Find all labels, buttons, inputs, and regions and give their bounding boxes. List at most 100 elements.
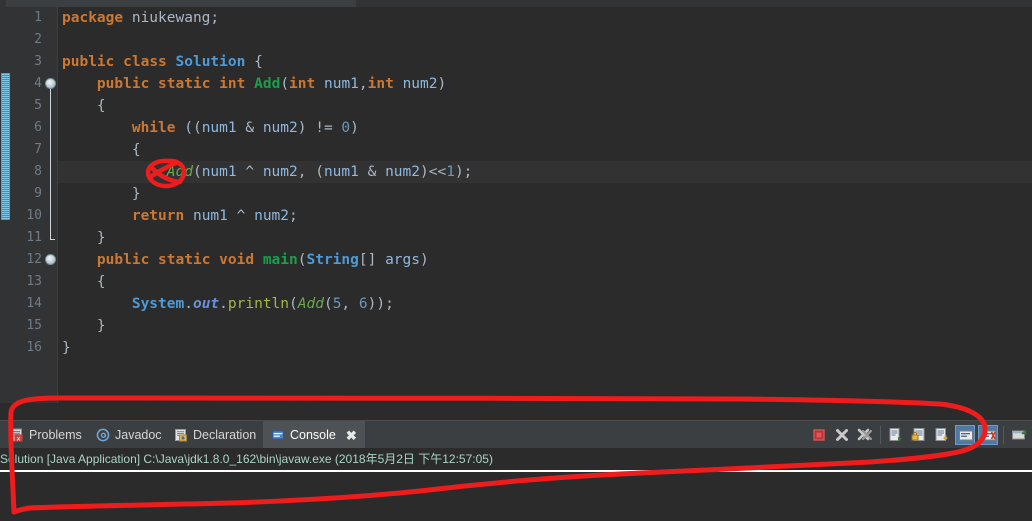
eclipse-ide-window: 1 2 3 4 5 6 7 8 9 10 11 12 13 14 15 16 package niukewan… <box>0 0 1032 521</box>
line-number: 10 <box>26 208 42 223</box>
code-token: { <box>62 274 106 290</box>
code-token: int <box>219 76 246 92</box>
code-token: (( <box>175 120 202 136</box>
code-token: ( <box>192 164 202 180</box>
code-token: Solution <box>175 54 246 70</box>
code-token: num2 <box>402 76 438 92</box>
pin-console-button[interactable] <box>909 425 929 445</box>
line-number: 12 <box>26 252 42 267</box>
svg-text:x: x <box>17 434 21 442</box>
line-number: 4 <box>34 76 42 91</box>
code-line[interactable] <box>58 29 1032 51</box>
line-number: 9 <box>34 186 42 201</box>
terminate-button[interactable] <box>809 425 829 445</box>
code-token: ^ <box>236 164 263 180</box>
code-token: { <box>62 98 106 114</box>
fold-collapse-icon[interactable] <box>45 254 56 265</box>
code-token: num1 <box>201 120 237 136</box>
toolbar-separator <box>880 426 881 444</box>
code-token: Add <box>254 76 281 92</box>
console-separator-line <box>0 470 1032 472</box>
code-text-area[interactable]: package niukewang; public class Solution… <box>58 7 1032 403</box>
scroll-lock-button[interactable] <box>955 425 975 445</box>
view-menu-button[interactable] <box>1009 425 1029 445</box>
code-line[interactable]: public class Solution { <box>58 51 1032 73</box>
code-line[interactable]: { <box>58 95 1032 117</box>
code-line[interactable]: } <box>58 315 1032 337</box>
code-token: num1 <box>192 208 228 224</box>
code-token: public <box>96 252 150 268</box>
tab-javadoc[interactable]: Javadoc <box>88 421 170 449</box>
remove-all-terminated-button[interactable] <box>855 425 875 445</box>
folding-ruler[interactable] <box>45 7 58 403</box>
line-number: 13 <box>26 274 42 289</box>
close-icon[interactable]: ✖ <box>346 429 357 442</box>
line-number: 15 <box>26 318 42 333</box>
console-view-toolbar <box>809 421 1032 449</box>
code-token: niukewang; <box>123 10 220 26</box>
code-line[interactable]: package niukewang; <box>58 7 1032 29</box>
code-token: & <box>358 164 386 180</box>
code-token: } <box>62 318 106 334</box>
code-line[interactable]: } <box>58 337 1032 359</box>
code-token: 1 <box>446 164 455 180</box>
console-icon <box>271 428 285 442</box>
toolbar-separator <box>1003 426 1004 444</box>
code-line[interactable]: while ((num1 & num2) != 0) <box>58 117 1032 139</box>
code-token: String <box>306 252 359 268</box>
code-token: ) <box>437 76 447 92</box>
tab-label: Declaration <box>193 428 257 442</box>
line-number: 11 <box>26 230 42 245</box>
javadoc-icon <box>96 428 110 442</box>
code-line[interactable]: return num1 ^ num2; <box>58 205 1032 227</box>
line-number: 16 <box>26 340 42 355</box>
problems-icon: x <box>10 428 24 442</box>
code-line[interactable]: { <box>58 271 1032 293</box>
code-line[interactable]: public static void main(String[] args) <box>58 249 1032 271</box>
code-token: out <box>192 296 220 312</box>
code-token: { <box>62 142 141 158</box>
code-token: [] <box>358 252 386 268</box>
code-line[interactable]: } <box>58 227 1032 249</box>
line-number: 2 <box>34 32 42 47</box>
tab-problems[interactable]: x Problems <box>2 421 90 449</box>
code-token: . <box>219 296 228 312</box>
overview-ruler-marker <box>1 73 10 220</box>
display-selected-console-button[interactable] <box>886 425 906 445</box>
line-number: 5 <box>34 98 42 113</box>
code-token: Add <box>297 296 324 312</box>
code-token: ; <box>289 208 298 224</box>
code-token: class <box>123 54 167 70</box>
code-token: & <box>236 120 263 136</box>
code-line[interactable]: { <box>58 139 1032 161</box>
code-editor[interactable]: 1 2 3 4 5 6 7 8 9 10 11 12 13 14 15 16 package niukewan… <box>0 7 1032 403</box>
code-line[interactable]: System.out.println(Add(5, 6)); <box>58 293 1032 315</box>
line-number: 6 <box>34 120 42 135</box>
remove-launch-button[interactable] <box>832 425 852 445</box>
code-token: . <box>184 296 193 312</box>
code-token: while <box>131 120 176 136</box>
declaration-icon <box>174 428 188 442</box>
code-token: ) <box>420 252 429 268</box>
fold-range-line <box>50 89 51 240</box>
code-line[interactable]: } <box>58 183 1032 205</box>
fold-collapse-icon[interactable] <box>45 78 56 89</box>
code-token: num1 <box>201 164 237 180</box>
tab-console[interactable]: Console ✖ <box>263 421 365 449</box>
line-number: 1 <box>34 10 42 25</box>
code-line[interactable]: Add(num1 ^ num2, (num1 & num2)<<1); <box>58 161 1032 183</box>
word-wrap-button[interactable] <box>978 425 998 445</box>
code-line[interactable]: public static int Add(int num1,int num2) <box>58 73 1032 95</box>
tab-declaration[interactable]: Declaration <box>166 421 264 449</box>
code-token: ^ <box>227 208 255 224</box>
code-token: int <box>289 76 316 92</box>
console-output-area[interactable]: Solution [Java Application] C:\Java\jdk1… <box>0 448 1032 521</box>
code-token: int <box>367 76 394 92</box>
code-token: Add <box>166 164 193 180</box>
open-console-button[interactable] <box>932 425 952 445</box>
